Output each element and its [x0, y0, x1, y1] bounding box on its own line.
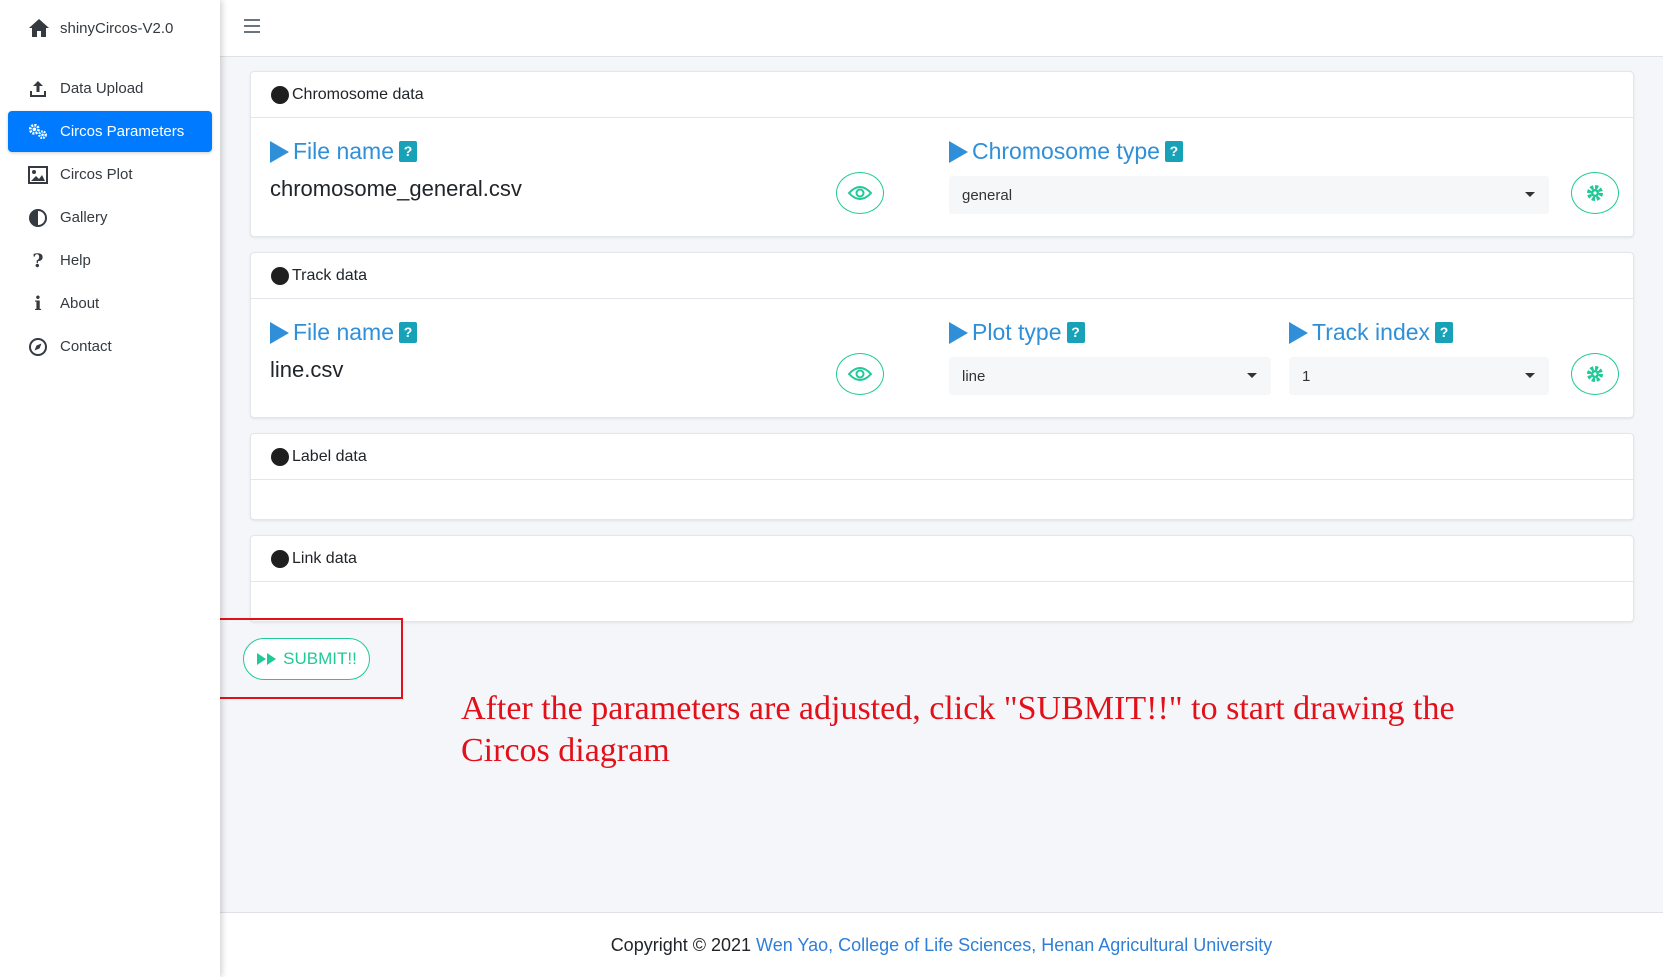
sidebar-item-label: Gallery: [60, 209, 108, 226]
chromosome-file-label: File name ?: [270, 138, 417, 165]
help-badge[interactable]: ?: [1066, 322, 1085, 343]
sidebar-item-circos-plot[interactable]: Circos Plot: [8, 154, 212, 195]
card-title: Label data: [292, 447, 367, 465]
field-label-text: Track index: [1312, 319, 1431, 345]
track-file-label: File name ?: [270, 319, 417, 346]
card-title: Track data: [292, 266, 367, 284]
track-index-select[interactable]: 1: [1289, 357, 1549, 395]
card-body: File name ? line.csv Plot type ? line Tr…: [251, 299, 1633, 417]
card-body: [251, 480, 1633, 519]
field-label-text: File name: [293, 319, 394, 345]
circle-icon: [271, 266, 289, 285]
sidebar-item-circos-parameters[interactable]: Circos Parameters: [8, 111, 212, 152]
sidebar-item-about[interactable]: i About: [8, 283, 212, 324]
plot-type-label: Plot type ?: [949, 319, 1085, 346]
play-icon: [1289, 321, 1308, 344]
plot-type-select[interactable]: line: [949, 357, 1271, 395]
card-body: File name ? chromosome_general.csv Chrom…: [251, 118, 1633, 236]
card-header[interactable]: Chromosome data: [251, 72, 1633, 118]
author-link[interactable]: Wen Yao, College of Life Sciences, Henan…: [756, 935, 1272, 956]
play-icon: [949, 321, 968, 344]
track-settings-button[interactable]: [1571, 353, 1619, 395]
card-title: Link data: [292, 549, 357, 567]
upload-icon: [28, 79, 48, 99]
field-label-text: Chromosome type: [972, 138, 1160, 164]
card-header[interactable]: Label data: [251, 434, 1633, 480]
help-badge[interactable]: ?: [1164, 141, 1183, 162]
label-data-card: Label data: [250, 433, 1634, 520]
view-track-button[interactable]: [836, 353, 884, 395]
circle-icon: [271, 85, 289, 104]
image-icon: [28, 165, 48, 185]
sidebar-item-label: Contact: [60, 338, 112, 355]
circle-icon: [271, 549, 289, 568]
select-value: line: [962, 367, 986, 385]
sidebar-item-gallery[interactable]: Gallery: [8, 197, 212, 238]
select-value: 1: [1302, 367, 1311, 385]
link-data-card: Link data: [250, 535, 1634, 622]
track-file-value: line.csv: [270, 357, 344, 382]
submit-label: SUBMIT!!: [283, 649, 357, 668]
footer: Copyright © 2021 Wen Yao, College of Lif…: [220, 912, 1663, 977]
card-header[interactable]: Link data: [251, 536, 1633, 582]
sidebar-item-contact[interactable]: Contact: [8, 326, 212, 367]
sidebar-item-label: Circos Parameters: [60, 123, 185, 140]
sidebar: shinyCircos-V2.0 Data Upload Circos Para…: [0, 0, 220, 977]
help-badge[interactable]: ?: [1435, 322, 1454, 343]
fast-forward-icon: [257, 653, 277, 665]
chromosome-type-select[interactable]: general: [949, 176, 1549, 214]
card-body: [251, 582, 1633, 621]
eye-icon: [848, 367, 872, 381]
annotation-text: After the parameters are adjusted, click…: [461, 690, 1455, 769]
chromosome-type-label: Chromosome type ?: [949, 138, 1183, 165]
chromosome-settings-button[interactable]: [1571, 172, 1619, 214]
eye-icon: [848, 186, 872, 200]
compass-icon: [28, 337, 48, 357]
circle-icon: [271, 447, 289, 466]
sidebar-item-label: Data Upload: [60, 80, 144, 97]
submit-button[interactable]: SUBMIT!!: [243, 638, 370, 680]
select-value: general: [962, 186, 1013, 204]
help-badge[interactable]: ?: [398, 141, 417, 162]
brand-link[interactable]: shinyCircos-V2.0: [0, 0, 220, 56]
caret-down-icon: [1247, 373, 1257, 378]
copyright-text: Copyright © 2021: [610, 934, 752, 955]
caret-down-icon: [1525, 192, 1535, 197]
home-icon: [29, 19, 49, 37]
play-icon: [270, 321, 289, 344]
top-navbar: [220, 0, 1663, 57]
sidebar-item-label: Help: [60, 252, 91, 269]
info-icon: i: [34, 292, 42, 315]
question-icon: ?: [32, 249, 44, 272]
chromosome-data-card: Chromosome data File name ? chromosome_g…: [250, 71, 1634, 237]
field-label-text: Plot type: [972, 319, 1062, 345]
caret-down-icon: [1525, 373, 1535, 378]
chromosome-file-value: chromosome_general.csv: [270, 176, 522, 201]
gear-icon: [1587, 185, 1603, 201]
track-index-label: Track index ?: [1289, 319, 1454, 346]
card-title: Chromosome data: [292, 85, 424, 103]
card-header[interactable]: Track data: [251, 253, 1633, 299]
play-icon: [270, 140, 289, 163]
sidebar-item-label: Circos Plot: [60, 166, 133, 183]
view-chromosome-button[interactable]: [836, 172, 884, 214]
sidebar-item-data-upload[interactable]: Data Upload: [8, 68, 212, 109]
menu-toggle-icon[interactable]: [244, 19, 260, 37]
play-icon: [949, 140, 968, 163]
sidebar-item-label: About: [60, 295, 100, 312]
gear-icon: [1587, 366, 1603, 382]
sidebar-item-help[interactable]: ? Help: [8, 240, 212, 281]
adjust-icon: [28, 208, 48, 228]
gears-icon: [28, 122, 48, 142]
brand-title: shinyCircos-V2.0: [60, 19, 174, 37]
help-badge[interactable]: ?: [398, 322, 417, 343]
field-label-text: File name: [293, 138, 394, 164]
sidebar-nav: Data Upload Circos Parameters Circos Plo…: [0, 56, 220, 367]
track-data-card: Track data File name ? line.csv Plot typ…: [250, 252, 1634, 418]
